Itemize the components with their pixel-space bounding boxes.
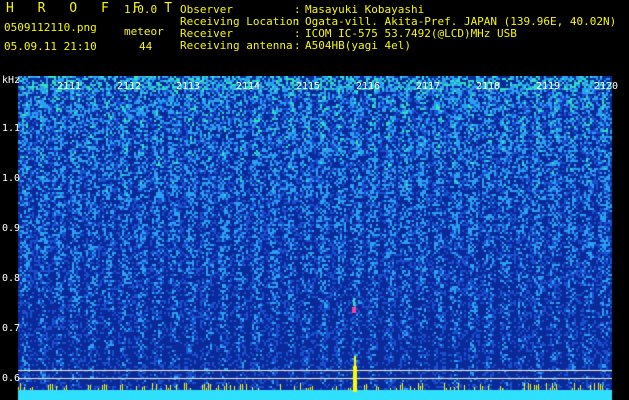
antenna-value: A504HB(yagi 4el) <box>305 39 411 52</box>
freq-label-0-6: 0.6 <box>2 373 21 384</box>
time-label-2119: 2119 <box>536 81 561 92</box>
header-panel: H R O F F T 1.0.0 0509112110.png meteor … <box>0 0 629 76</box>
time-label-2116: 2116 <box>356 81 381 92</box>
time-label-2112: 2112 <box>117 81 142 92</box>
freq-label-0-8: 0.8 <box>2 273 21 284</box>
datetime: 05.09.11 21:10 <box>4 40 97 53</box>
antenna-label: Receiving antenna <box>180 39 293 52</box>
mode-label: meteor <box>124 25 164 38</box>
time-label-2114: 2114 <box>236 81 261 92</box>
app-version: 1.0.0 <box>124 3 158 16</box>
freq-label-1-0: 1.0 <box>2 173 21 184</box>
time-label-2118: 2118 <box>476 81 501 92</box>
time-label-2115: 2115 <box>296 81 321 92</box>
spectrogram-image <box>0 76 629 400</box>
file-name: 0509112110.png <box>4 21 97 34</box>
time-label-2120: 2120 <box>594 81 619 92</box>
time-label-2117: 2117 <box>416 81 441 92</box>
time-label-2111: 2111 <box>57 81 82 92</box>
spectrogram-panel: kHz 2111 2112 2113 2114 2115 2116 2117 2… <box>0 76 629 400</box>
frequency-unit-label: kHz <box>2 75 21 86</box>
time-label-2113: 2113 <box>176 81 201 92</box>
count-value: 44 <box>139 40 153 53</box>
freq-label-0-9: 0.9 <box>2 223 21 234</box>
freq-label-1-1: 1.1 <box>2 123 21 134</box>
freq-label-0-7: 0.7 <box>2 323 21 334</box>
antenna-colon: : <box>294 39 301 52</box>
